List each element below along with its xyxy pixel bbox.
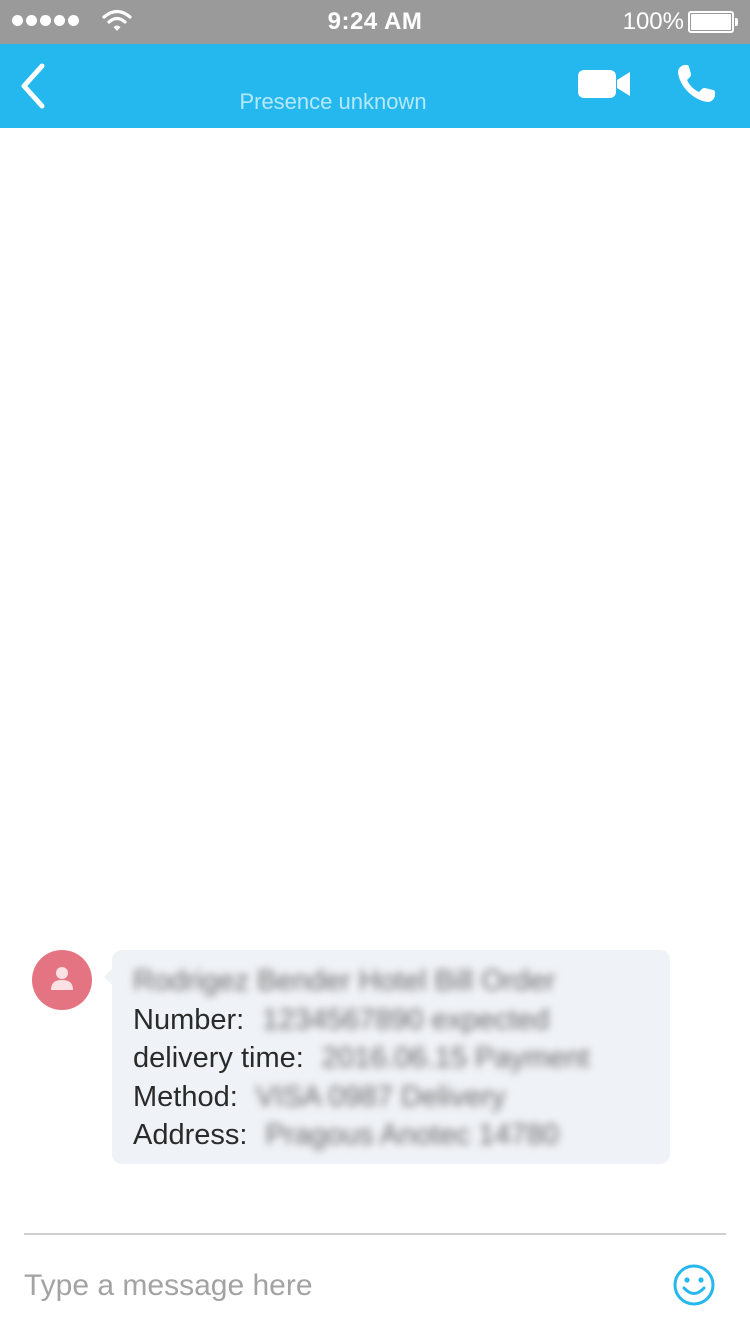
phone-icon — [678, 65, 715, 102]
video-camera-icon — [578, 70, 630, 98]
message-line: Rodrigez Bender Hotel Bill Order — [133, 962, 650, 1001]
message-line: delivery time: 2016.06.15 Payment — [133, 1039, 650, 1078]
battery-icon — [688, 11, 738, 33]
message-label: Method: — [133, 1080, 238, 1113]
message-label: Address: — [133, 1119, 248, 1151]
person-icon — [51, 967, 73, 990]
status-bar: 9:24 AM 100% — [0, 0, 750, 44]
battery-percent: 100% — [622, 8, 684, 35]
video-call-button[interactable] — [578, 68, 632, 100]
message-blurred-text: VISA 0987 Delivery — [255, 1080, 506, 1113]
smiley-icon — [673, 1264, 715, 1306]
message-list[interactable]: Rodrigez Bender Hotel Bill Order Number:… — [0, 128, 750, 1218]
voice-call-button[interactable] — [674, 62, 718, 106]
emoji-button[interactable] — [672, 1263, 716, 1307]
composer-divider — [24, 1233, 726, 1235]
conversation-header: Presence unknown — [0, 44, 750, 128]
message-bubble[interactable]: Rodrigez Bender Hotel Bill Order Number:… — [112, 950, 670, 1164]
message-blurred-text: Rodrigez Bender Hotel Bill Order — [133, 965, 556, 997]
message-line: Address: Pragous Anotec 14780 — [133, 1116, 650, 1155]
message-blurred-text: Pragous Anotec 14780 — [265, 1119, 559, 1151]
message-blurred-text: 2016.06.15 Payment — [321, 1042, 590, 1074]
message-line: Number: 1234567890 expected — [133, 1001, 650, 1040]
message-blurred-text: 1234567890 expected — [262, 1003, 550, 1036]
presence-status: Presence unknown — [239, 89, 427, 114]
avatar[interactable] — [32, 950, 92, 1010]
message-line: Method: VISA 0987 Delivery — [133, 1078, 650, 1117]
message-input[interactable] — [24, 1262, 644, 1310]
message-label: Number: — [133, 1003, 245, 1036]
message-label: delivery time: — [133, 1042, 304, 1074]
